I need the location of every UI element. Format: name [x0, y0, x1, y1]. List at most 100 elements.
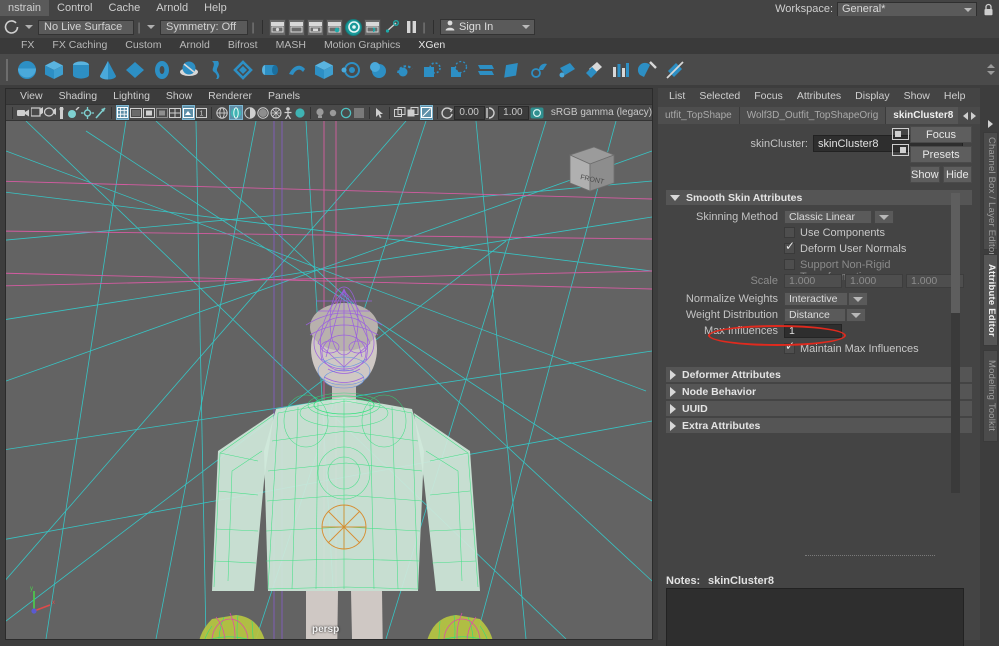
- normalize-weights-select[interactable]: Interactive: [784, 292, 848, 306]
- shelf-tab-arnold[interactable]: Arnold: [170, 38, 218, 53]
- xray-icon[interactable]: 1: [196, 105, 208, 120]
- wireframe-icon[interactable]: [216, 105, 228, 120]
- lock-icon[interactable]: [981, 2, 995, 17]
- select-camera-icon[interactable]: [16, 105, 30, 120]
- polygon-sphere-icon[interactable]: [15, 58, 39, 82]
- dock-tab-modeling-toolkit[interactable]: Modeling Toolkit: [983, 350, 998, 442]
- skinning-method-dropdown-arrow[interactable]: [874, 210, 894, 224]
- snap-to-view-plane-icon[interactable]: [345, 18, 362, 36]
- symmetry-dropdown-arrow[interactable]: [147, 25, 155, 29]
- dock-tab-attribute-editor[interactable]: Attribute Editor: [983, 254, 998, 346]
- ae-menu-list[interactable]: List: [662, 88, 692, 104]
- color-management-icon[interactable]: [530, 105, 544, 120]
- ae-menu-attributes[interactable]: Attributes: [790, 88, 848, 104]
- viewport-menu-shading[interactable]: Shading: [51, 89, 106, 104]
- presets-button[interactable]: Presets: [910, 146, 972, 163]
- menu-item-arnold[interactable]: Arnold: [148, 0, 196, 16]
- triangulate-icon[interactable]: [609, 58, 633, 82]
- exposure-gate-icon[interactable]: [169, 105, 182, 120]
- show-button[interactable]: Show: [910, 166, 940, 183]
- menu-item-help[interactable]: Help: [196, 0, 235, 16]
- grid-icon[interactable]: [116, 105, 130, 120]
- paint-weights-icon[interactable]: [636, 58, 660, 82]
- camera-attributes-icon[interactable]: [43, 105, 56, 120]
- polygon-gear-icon[interactable]: [339, 58, 363, 82]
- weight-distribution-select[interactable]: Distance: [784, 308, 846, 322]
- symmetry-field[interactable]: Symmetry: Off: [160, 19, 248, 35]
- smooth-icon[interactable]: [555, 58, 579, 82]
- sign-in-button[interactable]: Sign In: [440, 19, 535, 35]
- viewport-menu-panels[interactable]: Panels: [260, 89, 308, 104]
- snapshot-icon[interactable]: [419, 105, 433, 120]
- exposure-value-field[interactable]: 0.00: [454, 105, 486, 120]
- max-influences-input[interactable]: 1: [784, 324, 842, 338]
- polygon-plane-icon[interactable]: [123, 58, 147, 82]
- viewport-menu-renderer[interactable]: Renderer: [200, 89, 260, 104]
- shelf-scroll-arrows[interactable]: [985, 55, 997, 83]
- shadows-icon[interactable]: [81, 105, 95, 120]
- snap-to-point-icon[interactable]: [307, 18, 324, 36]
- viewport-menu-view[interactable]: View: [12, 89, 51, 104]
- make-live-icon[interactable]: [2, 18, 20, 36]
- polygon-superellipse-icon[interactable]: [393, 58, 417, 82]
- ae-menu-show[interactable]: Show: [897, 88, 937, 104]
- chevron-left-icon[interactable]: [962, 111, 968, 120]
- ae-tab-outfit-topshape[interactable]: utfit_TopShape: [658, 107, 740, 124]
- shelf-tab-mash[interactable]: MASH: [267, 38, 315, 53]
- output-connection-icon[interactable]: [892, 144, 909, 156]
- input-connection-icon[interactable]: [892, 128, 909, 140]
- scroll-up-icon[interactable]: [987, 63, 995, 68]
- deform-user-normals-checkbox[interactable]: [784, 240, 795, 254]
- use-all-lights-icon[interactable]: [270, 105, 282, 120]
- polygon-pipe-icon[interactable]: [285, 58, 309, 82]
- scrollbar-thumb[interactable]: [951, 193, 960, 313]
- maintain-max-influences-checkbox[interactable]: [784, 340, 795, 354]
- notes-textarea[interactable]: [666, 588, 964, 646]
- copy-layout-icon[interactable]: [393, 105, 406, 120]
- reduce-icon[interactable]: [582, 58, 606, 82]
- section-deformer-attributes[interactable]: Deformer Attributes: [666, 367, 972, 382]
- boolean-union-icon[interactable]: [420, 58, 444, 82]
- view-cube-gizmo[interactable]: FRONT: [562, 143, 618, 195]
- select-tool-icon[interactable]: [374, 105, 385, 120]
- gate-mask-icon[interactable]: [156, 105, 169, 120]
- resolution-gate-icon[interactable]: [143, 105, 156, 120]
- ae-tab-nav[interactable]: [958, 107, 980, 124]
- chevron-right-icon[interactable]: [670, 386, 676, 397]
- workspace-dropdown[interactable]: General*: [837, 1, 977, 17]
- section-uuid[interactable]: UUID: [666, 401, 972, 416]
- extract-icon[interactable]: [528, 58, 552, 82]
- weight-distribution-dropdown-arrow[interactable]: [846, 308, 866, 322]
- gamma-icon[interactable]: [486, 105, 497, 120]
- snap-to-curve-icon[interactable]: [288, 18, 305, 36]
- live-surface-field[interactable]: No Live Surface: [38, 19, 134, 35]
- boolean-difference-icon[interactable]: [447, 58, 471, 82]
- isolate-select-icon[interactable]: [182, 105, 196, 120]
- ae-menu-display[interactable]: Display: [848, 88, 896, 104]
- chevron-down-icon[interactable]: [670, 194, 680, 201]
- textured-icon[interactable]: [257, 105, 269, 120]
- focus-button[interactable]: Focus: [910, 126, 972, 143]
- ae-tab-outfit-topshapeorig[interactable]: Wolf3D_Outfit_TopShapeOrig: [739, 107, 887, 124]
- ae-menu-selected[interactable]: Selected: [692, 88, 747, 104]
- viewport-menu-lighting[interactable]: Lighting: [105, 89, 158, 104]
- ae-menu-help[interactable]: Help: [937, 88, 973, 104]
- chevron-right-icon[interactable]: [670, 369, 676, 380]
- viewport-3d-canvas[interactable]: FRONT y x persp: [6, 121, 652, 639]
- shelf-tab-bifrost[interactable]: Bifrost: [219, 38, 267, 53]
- light-two-icon[interactable]: [327, 105, 339, 120]
- polygon-cylinder-icon[interactable]: [69, 58, 93, 82]
- hide-button[interactable]: Hide: [942, 166, 972, 183]
- use-components-checkbox[interactable]: [784, 227, 795, 238]
- combine-icon[interactable]: [474, 58, 498, 82]
- shelf-tab-motion-graphics[interactable]: Motion Graphics: [315, 38, 409, 53]
- polygon-prism-icon[interactable]: [258, 58, 282, 82]
- skinning-method-select[interactable]: Classic Linear: [784, 210, 872, 224]
- exposure-icon[interactable]: [441, 105, 454, 120]
- scroll-down-icon[interactable]: [987, 70, 995, 75]
- menu-item-cache[interactable]: Cache: [101, 0, 149, 16]
- menu-item-constrain[interactable]: nstrain: [0, 0, 50, 16]
- two-sided-lighting-icon[interactable]: [67, 105, 80, 120]
- shadow-toggle-icon[interactable]: [340, 105, 352, 120]
- polygon-cube-icon[interactable]: [42, 58, 66, 82]
